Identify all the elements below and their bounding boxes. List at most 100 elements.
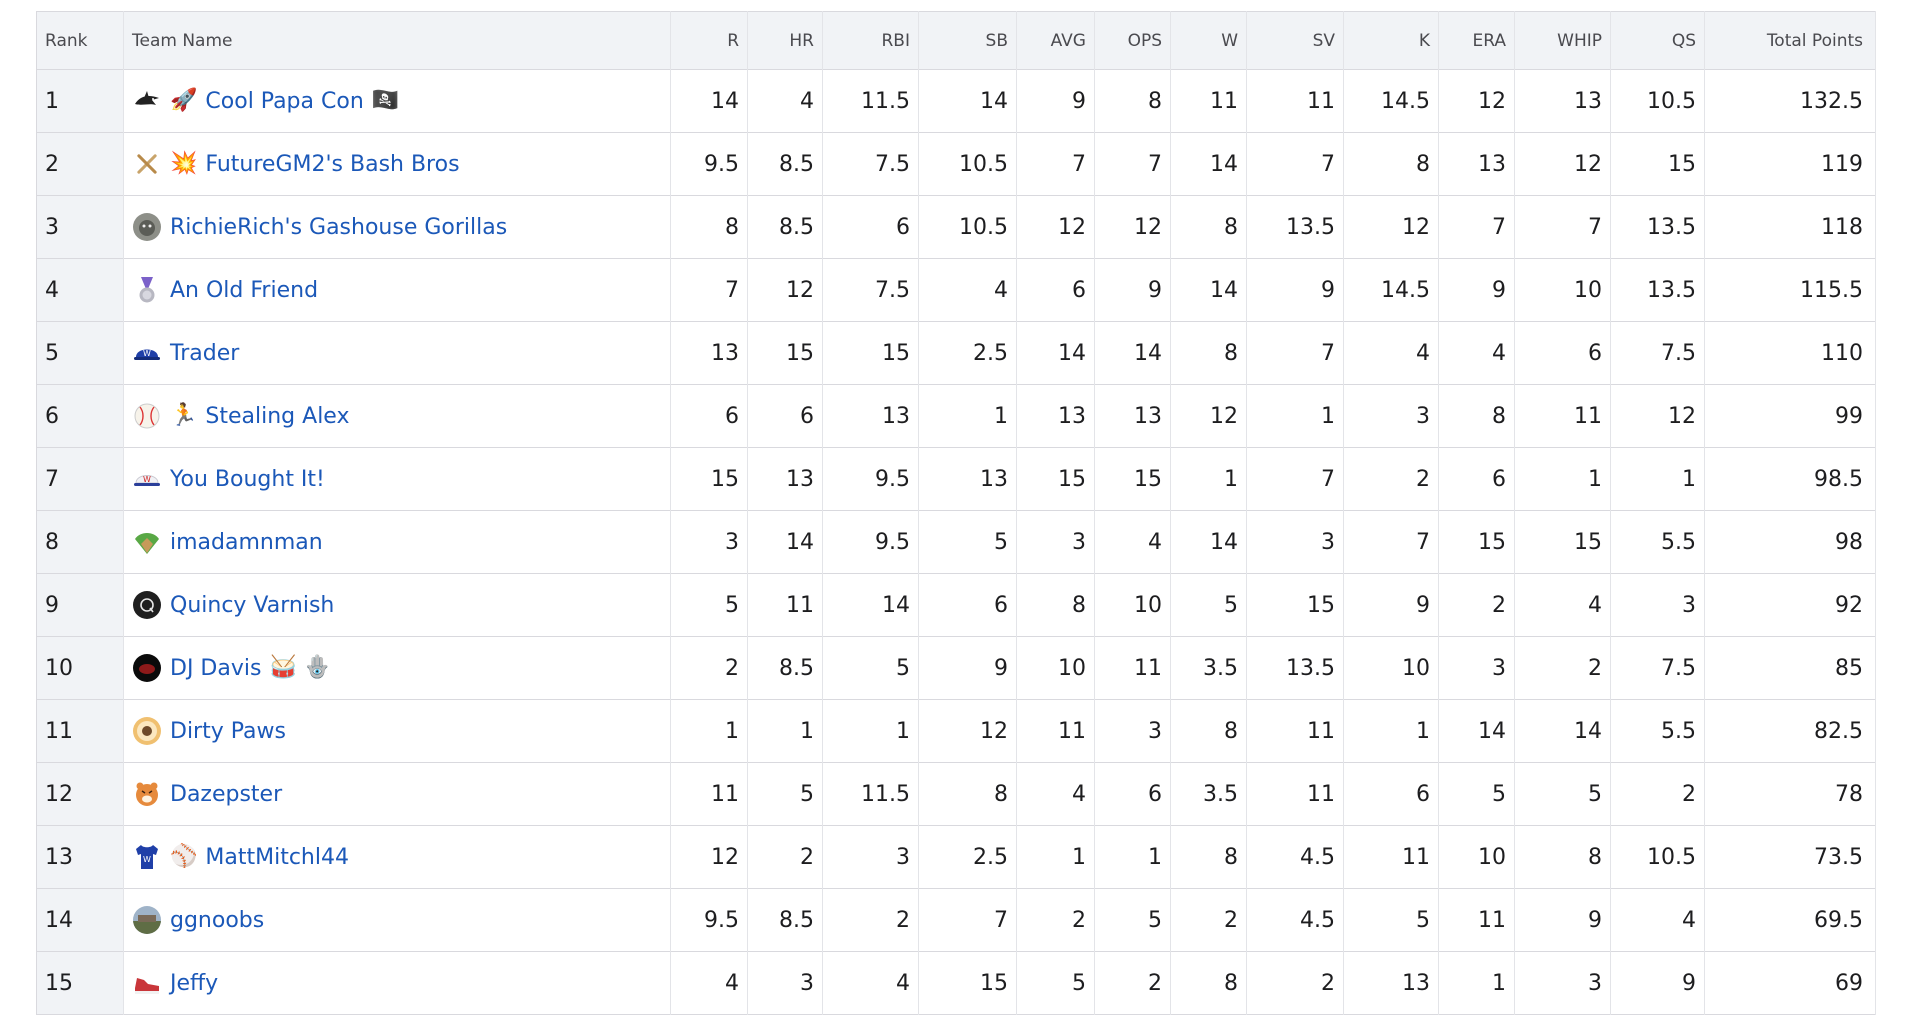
table-row: 9 Quincy Varnish 5 11 14 6 8 10 5 15 9 2 4 3 92	[36, 573, 1876, 637]
team-name-link[interactable]: RichieRich's Gashouse Gorillas	[170, 215, 507, 240]
stat-cell-qs: 2	[1610, 762, 1705, 826]
rank-cell: 8	[36, 510, 124, 574]
stat-cell-ops: 15	[1094, 447, 1171, 511]
svg-text:W: W	[143, 475, 151, 484]
dark-q-avatar-icon[interactable]	[132, 590, 162, 620]
team-name-link[interactable]: ggnoobs	[170, 908, 264, 933]
stat-cell-sb: 9	[918, 636, 1017, 700]
gorilla-avatar-icon[interactable]	[132, 212, 162, 242]
column-header-rank[interactable]: Rank	[36, 11, 124, 70]
stat-cell-whip: 11	[1514, 384, 1611, 448]
table-row: 2 💥 FutureGM2's Bash Bros 9.5 8.5 7.5 10.5 7 7 14…	[36, 132, 1876, 196]
baseball-icon[interactable]	[132, 401, 162, 431]
team-name-link[interactable]: Trader	[170, 341, 239, 366]
stat-cell-whip: 4	[1514, 573, 1611, 637]
team-name-link[interactable]: DJ Davis	[170, 656, 261, 681]
column-header-team-name[interactable]: Team Name	[123, 11, 671, 70]
stat-cell-whip: 14	[1514, 699, 1611, 763]
stat-cell-hr: 1	[747, 699, 823, 763]
team-name-link[interactable]: Stealing Alex	[205, 404, 349, 429]
team-name-link[interactable]: Cool Papa Con	[205, 89, 363, 114]
column-header-qs[interactable]: QS	[1610, 11, 1705, 70]
stat-cell-w: 2	[1170, 888, 1247, 952]
stat-cell-r: 9.5	[670, 888, 748, 952]
ball-field-icon[interactable]	[132, 527, 162, 557]
stat-cell-sv: 13.5	[1246, 636, 1344, 700]
total-points-cell: 110	[1704, 321, 1876, 385]
stat-cell-k: 7	[1343, 510, 1439, 574]
stat-cell-sb: 13	[918, 447, 1017, 511]
stat-cell-k: 11	[1343, 825, 1439, 889]
stat-cell-ops: 9	[1094, 258, 1171, 322]
team-name-link[interactable]: Dirty Paws	[170, 719, 286, 744]
white-cap-icon[interactable]: W	[132, 464, 162, 494]
column-header-era[interactable]: ERA	[1438, 11, 1515, 70]
stat-cell-sb: 5	[918, 510, 1017, 574]
column-header-sv[interactable]: SV	[1246, 11, 1344, 70]
rank-cell: 11	[36, 699, 124, 763]
paw-avatar-icon[interactable]	[132, 716, 162, 746]
stat-cell-k: 13	[1343, 951, 1439, 1015]
landscape-avatar-icon[interactable]	[132, 905, 162, 935]
column-header-ops[interactable]: OPS	[1094, 11, 1171, 70]
total-points-cell: 92	[1704, 573, 1876, 637]
stat-cell-r: 15	[670, 447, 748, 511]
stat-cell-w: 1	[1170, 447, 1247, 511]
stat-cell-sv: 7	[1246, 447, 1344, 511]
stat-cell-ops: 14	[1094, 321, 1171, 385]
stat-cell-sb: 2.5	[918, 825, 1017, 889]
stat-cell-qs: 5.5	[1610, 699, 1705, 763]
column-header-sb[interactable]: SB	[918, 11, 1017, 70]
column-header-hr[interactable]: HR	[747, 11, 823, 70]
column-header-k[interactable]: K	[1343, 11, 1439, 70]
stat-cell-whip: 12	[1514, 132, 1611, 196]
stat-cell-k: 9	[1343, 573, 1439, 637]
team-name-link[interactable]: FutureGM2's Bash Bros	[205, 152, 459, 177]
rank-cell: 9	[36, 573, 124, 637]
stat-cell-sb: 14	[918, 69, 1017, 133]
stat-cell-rbi: 4	[822, 951, 919, 1015]
shark-logo-icon[interactable]	[132, 86, 162, 116]
stat-cell-whip: 9	[1514, 888, 1611, 952]
stat-cell-era: 4	[1438, 321, 1515, 385]
stat-cell-whip: 15	[1514, 510, 1611, 574]
blue-cap-icon[interactable]: W	[132, 338, 162, 368]
stat-cell-w: 8	[1170, 195, 1247, 259]
stat-cell-k: 10	[1343, 636, 1439, 700]
sneaker-icon[interactable]	[132, 968, 162, 998]
table-row: 12 Dazepster 11 5 11.5 8 4 6 3.5 11 6 5 5 2 78	[36, 762, 1876, 826]
column-header-total-points[interactable]: Total Points	[1704, 11, 1876, 70]
crossed-bats-icon[interactable]	[132, 149, 162, 179]
stat-cell-whip: 1	[1514, 447, 1611, 511]
stat-cell-era: 9	[1438, 258, 1515, 322]
table-row: 15 Jeffy 4 3 4 15 5 2 8 2 13 1 3 9 69	[36, 951, 1876, 1015]
stat-cell-hr: 4	[747, 69, 823, 133]
stat-cell-r: 13	[670, 321, 748, 385]
total-points-cell: 118	[1704, 195, 1876, 259]
stat-cell-w: 12	[1170, 384, 1247, 448]
team-name-link[interactable]: You Bought It!	[170, 467, 325, 492]
team-name-link[interactable]: imadamnman	[170, 530, 323, 555]
column-header-whip[interactable]: WHIP	[1514, 11, 1611, 70]
total-points-cell: 69	[1704, 951, 1876, 1015]
red-glow-avatar-icon[interactable]	[132, 653, 162, 683]
team-name-link[interactable]: Jeffy	[170, 971, 218, 996]
team-cell: Dirty Paws	[123, 699, 671, 763]
column-header-w[interactable]: W	[1170, 11, 1247, 70]
team-name-link[interactable]: Quincy Varnish	[170, 593, 334, 618]
jersey-icon[interactable]: W	[132, 842, 162, 872]
team-cell: 💥 FutureGM2's Bash Bros	[123, 132, 671, 196]
medal-icon[interactable]	[132, 275, 162, 305]
column-header-rbi[interactable]: RBI	[822, 11, 919, 70]
stat-cell-whip: 2	[1514, 636, 1611, 700]
rank-cell: 7	[36, 447, 124, 511]
column-header-r[interactable]: R	[670, 11, 748, 70]
team-name-link[interactable]: MattMitchl44	[205, 845, 349, 870]
stat-cell-sb: 6	[918, 573, 1017, 637]
team-name-link[interactable]: Dazepster	[170, 782, 282, 807]
column-header-avg[interactable]: AVG	[1016, 11, 1095, 70]
team-name-link[interactable]: An Old Friend	[170, 278, 318, 303]
stat-cell-sv: 11	[1246, 69, 1344, 133]
stat-cell-avg: 3	[1016, 510, 1095, 574]
tiger-icon[interactable]	[132, 779, 162, 809]
